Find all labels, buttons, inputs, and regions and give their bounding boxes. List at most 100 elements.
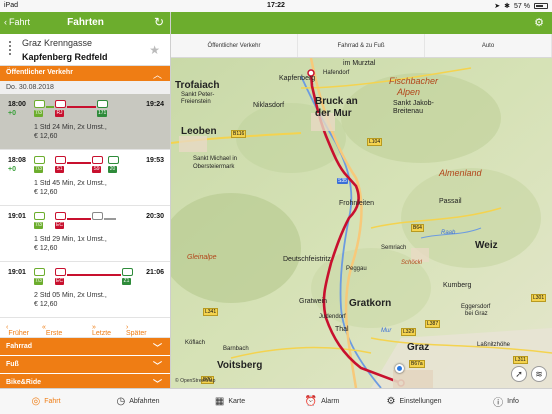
connection-row[interactable]: 19:01 20:30 7/3 EC 1 Std 29 Min, 1x Umst… [0, 206, 170, 262]
leg-line [46, 106, 54, 108]
bus-icon [122, 268, 133, 276]
map-label: Breitenau [393, 108, 423, 115]
favorite-star-icon[interactable]: ★ [149, 43, 160, 57]
tab-car[interactable]: Auto [425, 34, 552, 57]
later-button[interactable]: Später › [126, 324, 147, 337]
duration-changes: 2 Std 05 Min, 2x Umst., [34, 292, 107, 299]
chevron-down-icon: ﹀ [152, 343, 162, 353]
tab-public-transport[interactable]: Öffentlicher Verkehr [171, 34, 298, 57]
map-attribution[interactable]: © OpenStreetMap [175, 378, 215, 384]
map-label: Semriach [381, 245, 407, 251]
map-label: Hafendorf [323, 70, 350, 76]
bluetooth-icon: ✱ [504, 3, 511, 10]
map-pane: ⚙ Öffentlicher Verkehr Fahrrad & zu Fuß … [171, 12, 552, 388]
departure-time: 19:01 [8, 213, 26, 220]
section-walk[interactable]: Fuß ﹀ [0, 356, 170, 374]
bus-icon [108, 156, 119, 164]
duration-changes: 1 Std 29 Min, 1x Umst., [34, 236, 107, 243]
first-button[interactable]: « Erste [42, 324, 62, 337]
map-label: der Mur [315, 108, 352, 119]
arrival-time: 19:24 [146, 101, 164, 108]
road-label: L301 [531, 294, 547, 302]
connection-row[interactable]: 18:00 +0 19:24 7/3 RJ 171 1 Std 24 Min, … [0, 94, 170, 150]
connection-row[interactable]: 19:01 21:06 7/3 EC Z1 2 Std 05 Min, 2x U… [0, 262, 170, 318]
map-header: ⚙ [171, 12, 552, 34]
connection-row[interactable]: 18:08 +0 19:53 7/3 S1 S9 20 1 Std 45 Min… [0, 150, 170, 206]
pagination: ‹ Früher « Erste Letzte » Später › [0, 318, 170, 338]
route-from: Graz Krenngasse [22, 38, 93, 48]
location-arrow-icon: ➤ [494, 3, 501, 10]
leg-line [67, 106, 96, 108]
leg-line [67, 274, 121, 276]
departure-time: 18:08 [8, 157, 26, 164]
map-label: bei Graz [465, 311, 488, 317]
section-label: Fahrrad [6, 343, 33, 350]
leg-line [67, 162, 91, 164]
bus-icon [34, 156, 45, 164]
map-label: Sankt Jakob- [393, 100, 434, 107]
arrival-time: 21:06 [146, 269, 164, 276]
tab-bar: ◎ Fahrt ◷ Abfahrten ▦ Karte ⏰ Alarm ⚙ Ei… [0, 388, 552, 414]
road-label: L329 [401, 328, 417, 336]
departure-time: 18:00 [8, 101, 26, 108]
line-badge: Z1 [122, 278, 131, 285]
road-label: B67a [409, 360, 425, 368]
train-icon [55, 156, 66, 164]
map-label: Sankt Michael in [193, 156, 238, 162]
line-badge: EC [55, 278, 64, 285]
map-label: Niklasdorf [253, 102, 285, 109]
status-bar: iPad 17:22 ➤ ✱ 57 % [0, 0, 552, 12]
earlier-button[interactable]: ‹ Früher [6, 324, 29, 337]
tab-alarm[interactable]: ⏰ Alarm [276, 389, 368, 414]
map-label: Trofaiach [175, 80, 220, 91]
price: € 12,60 [34, 245, 58, 252]
map-label: Kumberg [443, 282, 472, 289]
chevron-up-icon: ︿ [152, 70, 162, 80]
line-badge: 7/3 [34, 166, 43, 173]
departure-time: 19:01 [8, 269, 26, 276]
line-badge: S1 [55, 166, 64, 173]
price: € 12,60 [34, 133, 58, 140]
trip-list-pane: ‹ Fahrt Fahrten ↻ Graz Krenngasse Kapfen… [0, 12, 171, 388]
route-summary[interactable]: Graz Krenngasse Kapfenberg Redfeld ★ [0, 34, 170, 66]
train-icon [92, 156, 103, 164]
map[interactable]: im Murztal Hafendorf Kapfenberg Trofaiac… [171, 58, 552, 388]
map-label: Schöckl [401, 260, 423, 266]
route-to: Kapfenberg Redfeld [22, 52, 108, 62]
tab-fahrt[interactable]: ◎ Fahrt [0, 389, 92, 414]
refresh-icon[interactable]: ↻ [154, 15, 164, 29]
trip-list-header: ‹ Fahrt Fahrten ↻ [0, 12, 170, 34]
duration-changes: 1 Std 24 Min, 2x Umst., [34, 124, 107, 131]
map-label: Graz [407, 342, 430, 353]
leg-line [67, 218, 91, 220]
gear-icon[interactable]: ⚙ [534, 16, 544, 29]
map-label: Almenland [439, 168, 482, 178]
tab-bike-walk[interactable]: Fahrrad & zu Fuß [298, 34, 425, 57]
tab-label: Abfahrten [129, 398, 160, 405]
bus-icon [34, 100, 45, 108]
map-label: Laßnitzhöhe [477, 342, 511, 348]
tab-abfahrten[interactable]: ◷ Abfahrten [92, 389, 184, 414]
route-dots-icon [8, 41, 12, 57]
map-label: Barnbach [223, 346, 249, 352]
train-icon [55, 212, 66, 220]
alarm-icon: ⏰ [304, 396, 318, 407]
map-label: Gleinalpe [187, 254, 217, 261]
map-label: Köflach [185, 340, 206, 346]
locate-me-button[interactable]: ➚ [511, 366, 527, 382]
section-bike[interactable]: Fahrrad ﹀ [0, 338, 170, 356]
layers-button[interactable]: ≋ [531, 366, 547, 382]
section-label: Öffentlicher Verkehr [6, 69, 73, 76]
clock: 17:22 [267, 2, 285, 9]
app-root: iPad 17:22 ➤ ✱ 57 % ‹ Fahrt Fahrten ↻ Gr… [0, 0, 552, 414]
tab-info[interactable]: ⓘ Info [460, 389, 552, 414]
tab-karte[interactable]: ▦ Karte [184, 389, 276, 414]
line-badge: 7/3 [34, 222, 43, 229]
tab-einstellungen[interactable]: ⚙ Einstellungen [368, 389, 460, 414]
map-label: Frohnleiten [339, 200, 375, 207]
section-bike-ride[interactable]: Bike&Ride ﹀ [0, 374, 170, 388]
tab-label: Info [507, 398, 519, 405]
last-button[interactable]: Letzte » [92, 324, 111, 337]
section-label: Bike&Ride [6, 379, 42, 386]
section-public-transport[interactable]: Öffentlicher Verkehr ︿ [0, 66, 170, 81]
